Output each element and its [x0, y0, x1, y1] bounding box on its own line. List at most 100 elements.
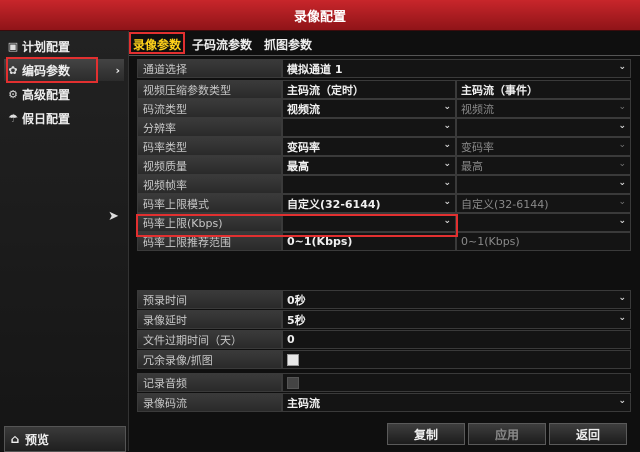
select-value: 最高 — [461, 159, 483, 173]
chevron-down-icon: ⌄ — [618, 396, 626, 406]
settings-icon: ⚙ — [8, 87, 18, 101]
main-stream-header: 主码流（定时） — [282, 80, 456, 99]
event-stream-select[interactable]: 变码率 ⌄ — [456, 137, 631, 156]
select-value: 最高 — [287, 159, 309, 173]
main-stream-select[interactable]: ⌄ — [282, 175, 456, 194]
expire-input[interactable]: 0 — [282, 330, 631, 349]
main-stream-select[interactable]: 视频流 ⌄ — [282, 99, 456, 118]
tab-substream-params[interactable]: 子码流参数 — [189, 34, 255, 54]
audio-checkbox — [287, 376, 299, 389]
chevron-right-icon: › — [115, 63, 120, 77]
main-stream-select[interactable]: 自定义(32-6144) ⌄ — [282, 194, 456, 213]
field-label: 录像延时 — [137, 310, 282, 329]
button-label: 返回 — [575, 427, 600, 442]
param-row: 码率上限模式 自定义(32-6144) ⌄ 自定义(32-6144) ⌄ — [137, 194, 631, 213]
highlight-box — [129, 32, 185, 54]
redundant-checkbox[interactable] — [287, 353, 299, 366]
sidebar-item-label: 高级配置 — [22, 87, 71, 102]
field-label: 通道选择 — [137, 59, 282, 78]
tab-bar: 录像参数 子码流参数 抓图参数 — [129, 31, 640, 56]
main-stream-select[interactable]: 变码率 ⌄ — [282, 137, 456, 156]
preview-label: 预览 — [25, 432, 50, 447]
post-record-row: 录像延时 5秒 ⌄ — [137, 310, 631, 329]
select-value: 0~1(Kbps) — [461, 235, 520, 248]
chevron-down-icon: ⌄ — [443, 159, 451, 169]
sidebar-item-advanced[interactable]: ⚙ 高级配置 — [4, 83, 124, 105]
select-value: 自定义(32-6144) — [461, 197, 549, 211]
event-stream-select[interactable]: ⌄ — [456, 175, 631, 194]
redundant-cell — [282, 350, 631, 369]
chevron-down-icon: ⌄ — [443, 178, 451, 188]
select-value: 视频流 — [287, 102, 320, 116]
pre-record-row: 预录时间 0秒 ⌄ — [137, 290, 631, 309]
main-stream-select[interactable]: 最高 ⌄ — [282, 156, 456, 175]
stream-select[interactable]: 主码流 ⌄ — [282, 393, 631, 412]
select-value: 5秒 — [287, 313, 306, 327]
event-stream-select[interactable]: 0~1(Kbps) — [456, 232, 631, 251]
audio-row: 记录音频 — [137, 373, 631, 392]
back-button[interactable]: 返回 — [549, 423, 627, 445]
field-label: 文件过期时间（天） — [137, 330, 282, 349]
preview-button[interactable]: ⌂ 预览 — [4, 426, 126, 452]
chevron-down-icon: ⌄ — [618, 159, 626, 169]
chevron-down-icon: ⌄ — [618, 121, 626, 131]
mouse-cursor-icon: ➤ — [108, 209, 119, 224]
main-stream-select[interactable]: ⌄ — [282, 118, 456, 137]
chevron-down-icon: ⌄ — [618, 62, 626, 72]
sidebar-item-label: 计划配置 — [22, 39, 71, 54]
field-label: 视频帧率 — [137, 175, 282, 194]
select-value: 视频流 — [461, 102, 494, 116]
pre-record-select[interactable]: 0秒 ⌄ — [282, 290, 631, 309]
field-label: 码率类型 — [137, 137, 282, 156]
expire-row: 文件过期时间（天） 0 — [137, 330, 631, 349]
chevron-down-icon: ⌄ — [618, 313, 626, 323]
chevron-down-icon: ⌄ — [618, 102, 626, 112]
highlight-box — [6, 57, 98, 83]
highlight-box — [136, 214, 458, 237]
chevron-down-icon: ⌄ — [618, 178, 626, 188]
chevron-down-icon: ⌄ — [443, 140, 451, 150]
event-stream-select[interactable]: ⌄ — [456, 118, 631, 137]
event-stream-header: 主码流（事件） — [456, 80, 631, 99]
param-row: 分辨率 ⌄ ⌄ — [137, 118, 631, 137]
chevron-down-icon: ⌄ — [618, 197, 626, 207]
stream-row: 录像码流 主码流 ⌄ — [137, 393, 631, 412]
copy-button[interactable]: 复制 — [387, 423, 465, 445]
field-label: 分辨率 — [137, 118, 282, 137]
field-label: 记录音频 — [137, 373, 282, 392]
select-value: 变码率 — [287, 140, 320, 154]
field-label: 预录时间 — [137, 290, 282, 309]
event-stream-select[interactable]: 最高 ⌄ — [456, 156, 631, 175]
select-value: 自定义(32-6144) — [287, 197, 381, 211]
select-value: 模拟通道 1 — [287, 62, 343, 76]
tab-snapshot-params[interactable]: 抓图参数 — [261, 34, 315, 54]
chevron-down-icon: ⌄ — [618, 293, 626, 303]
param-row: 码流类型 视频流 ⌄ 视频流 ⌄ — [137, 99, 631, 118]
tab-label: 抓图参数 — [263, 37, 312, 52]
field-label: 录像码流 — [137, 393, 282, 412]
event-stream-select[interactable]: 自定义(32-6144) ⌄ — [456, 194, 631, 213]
sidebar-item-holiday[interactable]: ☂ 假日配置 — [4, 107, 124, 129]
audio-cell — [282, 373, 631, 392]
window-title: 录像配置 — [293, 9, 346, 25]
holiday-icon: ☂ — [8, 111, 18, 125]
window-title-bar: 录像配置 — [0, 0, 640, 31]
field-label: 视频压缩参数类型 — [137, 80, 282, 99]
input-value: 0 — [287, 333, 295, 346]
button-label: 复制 — [413, 427, 438, 442]
sidebar-item-schedule[interactable]: ▣ 计划配置 — [4, 35, 124, 57]
channel-select[interactable]: 模拟通道 1 ⌄ — [282, 59, 631, 78]
channel-row: 通道选择 模拟通道 1 ⌄ — [137, 59, 631, 78]
calendar-icon: ▣ — [7, 39, 19, 53]
event-stream-select[interactable]: ⌄ — [456, 213, 631, 232]
post-record-select[interactable]: 5秒 ⌄ — [282, 310, 631, 329]
apply-button[interactable]: 应用 — [468, 423, 546, 445]
field-label: 冗余录像/抓图 — [137, 350, 282, 369]
sidebar-item-label: 假日配置 — [22, 111, 71, 126]
event-stream-select[interactable]: 视频流 ⌄ — [456, 99, 631, 118]
chevron-down-icon: ⌄ — [618, 140, 626, 150]
field-label: 码流类型 — [137, 99, 282, 118]
home-icon: ⌂ — [10, 432, 20, 446]
select-value: 变码率 — [461, 140, 494, 154]
button-label: 应用 — [494, 427, 519, 442]
